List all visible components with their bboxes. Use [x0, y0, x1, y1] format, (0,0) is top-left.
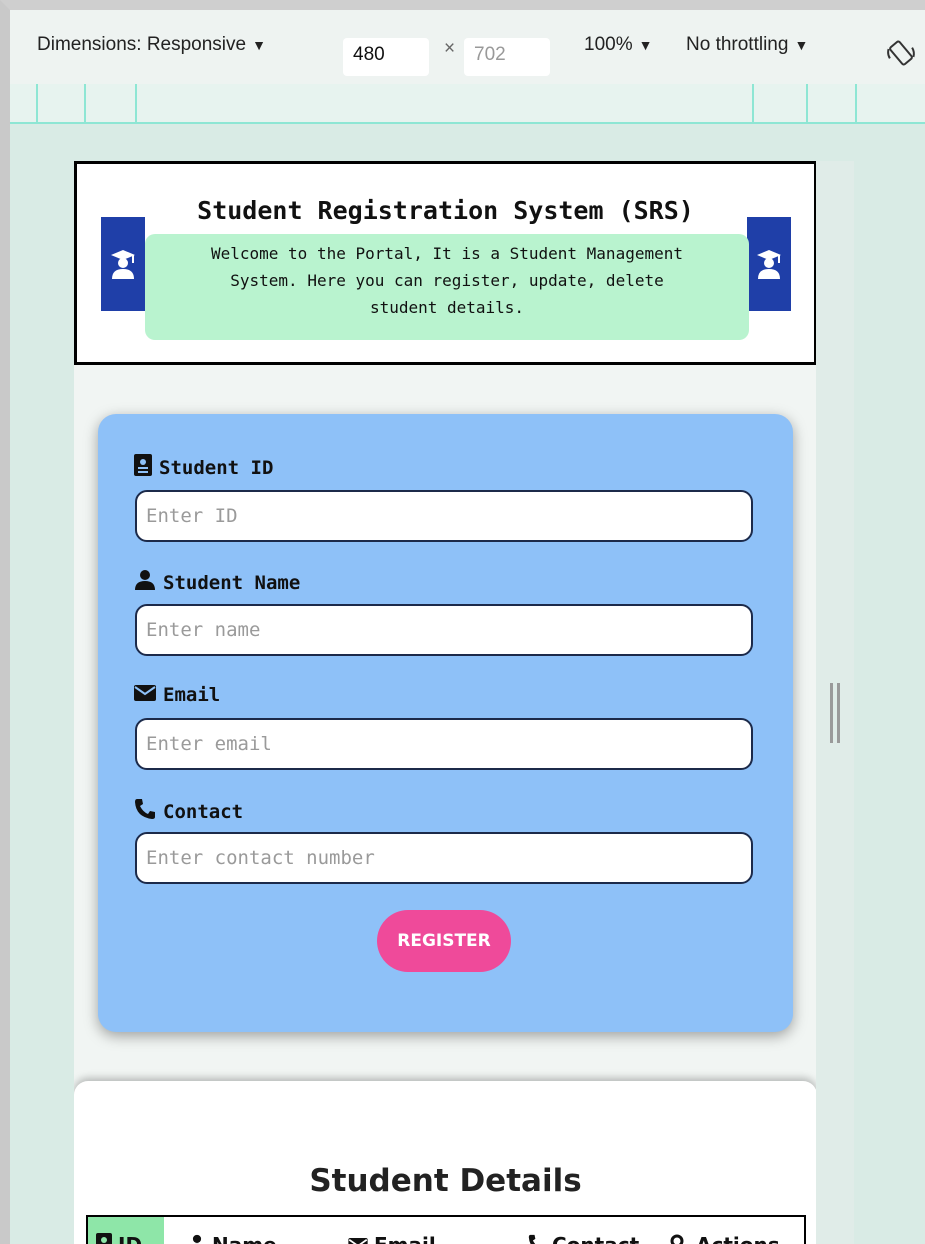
times-symbol: × [444, 38, 456, 59]
registration-form: Student ID Enter ID Student Name Enter n… [98, 414, 793, 1032]
student-id-label: Student ID [134, 454, 273, 481]
height-input[interactable]: 702 [464, 38, 550, 76]
header-text: Contact [552, 1233, 639, 1244]
throttling-label: No throttling [686, 34, 789, 55]
gears-icon [670, 1233, 690, 1244]
header-text: Actions [696, 1233, 780, 1244]
welcome-line: System. Here you can register, update, d… [230, 271, 664, 290]
register-button[interactable]: REGISTER [377, 910, 511, 972]
caret-down-icon: ▼ [794, 37, 809, 53]
student-table: ID Name Email Contact Actions [86, 1215, 806, 1244]
student-id-input[interactable]: Enter ID [135, 490, 753, 542]
label-text: Contact [163, 800, 244, 823]
throttling-dropdown[interactable]: No throttling ▼ [686, 34, 808, 56]
column-header-id: ID [96, 1225, 142, 1244]
graduate-icon [747, 217, 791, 311]
header-text: ID [118, 1233, 142, 1244]
label-text: Student Name [163, 571, 301, 594]
zoom-label: 100% [584, 34, 633, 55]
header-card: Student Registration System (SRS) Welcom… [74, 161, 816, 365]
dimensions-label: Dimensions: Responsive [37, 34, 247, 55]
header-text: Name [212, 1233, 277, 1244]
column-header-actions: Actions [670, 1225, 780, 1244]
graduate-icon [101, 217, 145, 311]
student-details-card: Student Details ID Name Email Contact [74, 1081, 816, 1244]
contact-input[interactable]: Enter contact number [135, 832, 753, 884]
student-name-label: Student Name [134, 570, 300, 595]
column-header-name: Name [188, 1225, 277, 1244]
welcome-line: Welcome to the Portal, It is a Student M… [210, 244, 683, 263]
envelope-icon [134, 684, 156, 706]
user-icon [134, 570, 156, 595]
section-title: Student Details [309, 1163, 582, 1199]
contact-label: Contact [134, 798, 243, 825]
device-viewport: Student Registration System (SRS) Welcom… [74, 161, 816, 1244]
caret-down-icon: ▼ [638, 37, 653, 53]
column-header-contact: Contact [528, 1225, 639, 1244]
label-text: Email [163, 684, 221, 706]
envelope-icon [348, 1233, 368, 1244]
welcome-line: student details. [369, 298, 525, 317]
student-name-input[interactable]: Enter name [135, 604, 753, 656]
column-header-email: Email [348, 1225, 436, 1244]
email-input[interactable]: Enter email [135, 718, 753, 770]
user-icon [188, 1233, 206, 1244]
resize-handle[interactable] [830, 683, 840, 743]
rotate-icon[interactable] [886, 38, 916, 68]
email-label: Email [134, 684, 220, 706]
width-input[interactable]: 480 [343, 38, 429, 76]
caret-down-icon: ▼ [252, 37, 266, 53]
welcome-message: Welcome to the Portal, It is a Student M… [145, 234, 749, 340]
label-text: Student ID [159, 456, 274, 479]
id-card-icon [134, 454, 152, 481]
page-title: Student Registration System (SRS) [197, 196, 694, 225]
zoom-dropdown[interactable]: 100% ▼ [584, 34, 652, 56]
header-text: Email [374, 1233, 436, 1244]
phone-icon [528, 1233, 546, 1244]
devtools-toolbar: Dimensions: Responsive ▼ 480 × 702 100% … [10, 10, 925, 84]
browser-frame: Dimensions: Responsive ▼ 480 × 702 100% … [0, 0, 925, 1244]
phone-icon [134, 798, 156, 825]
media-query-ruler[interactable] [10, 84, 925, 124]
dimensions-dropdown[interactable]: Dimensions: Responsive ▼ [37, 34, 266, 56]
id-card-icon [96, 1232, 112, 1244]
